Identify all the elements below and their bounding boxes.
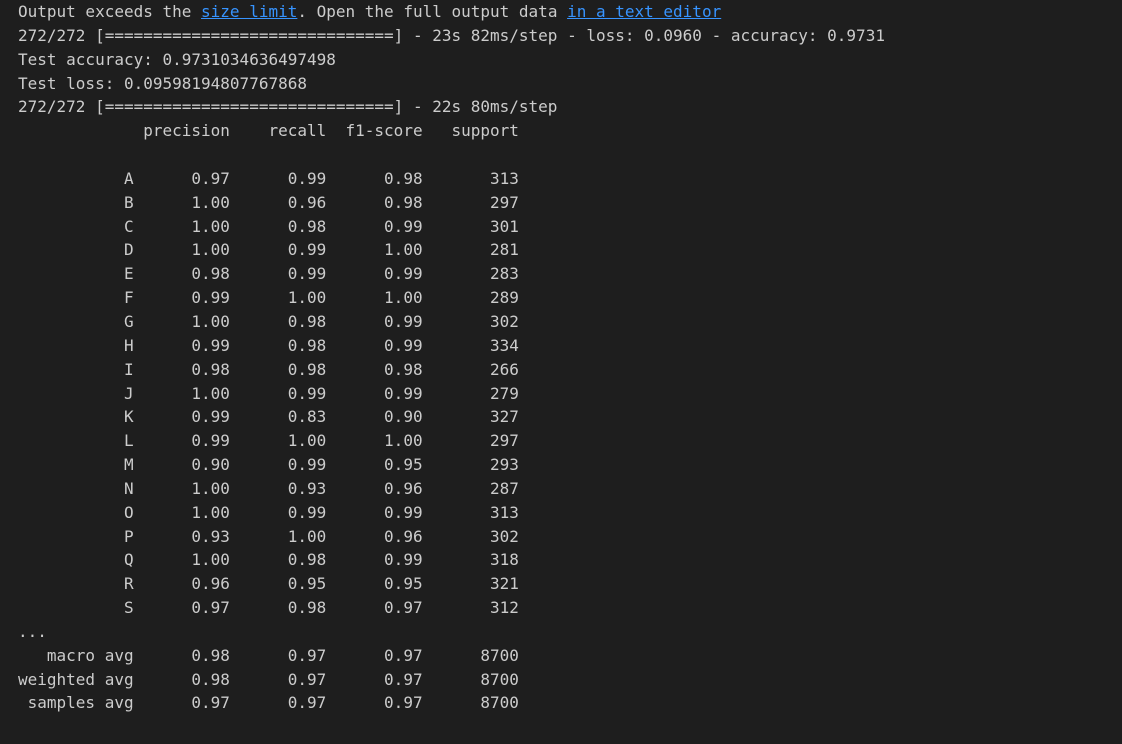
output-ellipsis: ...	[18, 621, 47, 641]
report-row: R 0.96 0.95 0.95 321	[18, 574, 519, 594]
eval-progress-line: 272/272 [==============================]…	[18, 25, 885, 45]
report-row: B 1.00 0.96 0.98 297	[18, 192, 519, 212]
report-row: F 0.99 1.00 1.00 289	[18, 288, 519, 308]
report-average-row: samples avg 0.97 0.97 0.97 8700	[18, 693, 519, 713]
notice-middle: . Open the full output data	[297, 2, 568, 21]
report-row: H 0.99 0.98 0.99 334	[18, 335, 519, 355]
notice-prefix: Output exceeds the	[18, 2, 202, 21]
report-row: A 0.97 0.99 0.98 313	[18, 168, 519, 188]
report-row: C 1.00 0.98 0.99 301	[18, 216, 519, 236]
report-row: I 0.98 0.98 0.98 266	[18, 359, 519, 379]
cell-output: Output exceeds the size limit. Open the …	[18, 0, 1108, 744]
report-row: O 1.00 0.99 0.99 313	[18, 502, 519, 522]
output-truncation-notice: Output exceeds the size limit. Open the …	[18, 0, 1108, 24]
test-accuracy-line: Test accuracy: 0.9731034636497498	[18, 49, 336, 69]
report-averages: macro avg 0.98 0.97 0.97 8700 weighted av…	[18, 644, 1108, 716]
test-loss-line: Test loss: 0.09598194807767868	[18, 73, 307, 93]
report-row: E 0.98 0.99 0.99 283	[18, 264, 519, 284]
report-row: Q 1.00 0.98 0.99 318	[18, 550, 519, 570]
report-row: D 1.00 0.99 1.00 281	[18, 240, 519, 260]
report-rows: A 0.97 0.99 0.98 313 B 1.00 0.96 0.98 29…	[18, 167, 1108, 620]
report-row: G 1.00 0.98 0.99 302	[18, 311, 519, 331]
size-limit-link[interactable]: size limit	[201, 2, 297, 21]
report-header: precision recall f1-score support	[18, 121, 519, 141]
report-average-row: macro avg 0.98 0.97 0.97 8700	[18, 645, 519, 665]
report-average-row: weighted avg 0.98 0.97 0.97 8700	[18, 669, 519, 689]
report-row: P 0.93 1.00 0.96 302	[18, 526, 519, 546]
report-row: L 0.99 1.00 1.00 297	[18, 431, 519, 451]
report-row: S 0.97 0.98 0.97 312	[18, 598, 519, 618]
report-row: N 1.00 0.93 0.96 287	[18, 478, 519, 498]
predict-progress-line: 272/272 [==============================]…	[18, 97, 558, 117]
open-in-text-editor-link[interactable]: in a text editor	[567, 2, 721, 21]
report-row: J 1.00 0.99 0.99 279	[18, 383, 519, 403]
report-row: M 0.90 0.99 0.95 293	[18, 455, 519, 475]
report-row: K 0.99 0.83 0.90 327	[18, 407, 519, 427]
